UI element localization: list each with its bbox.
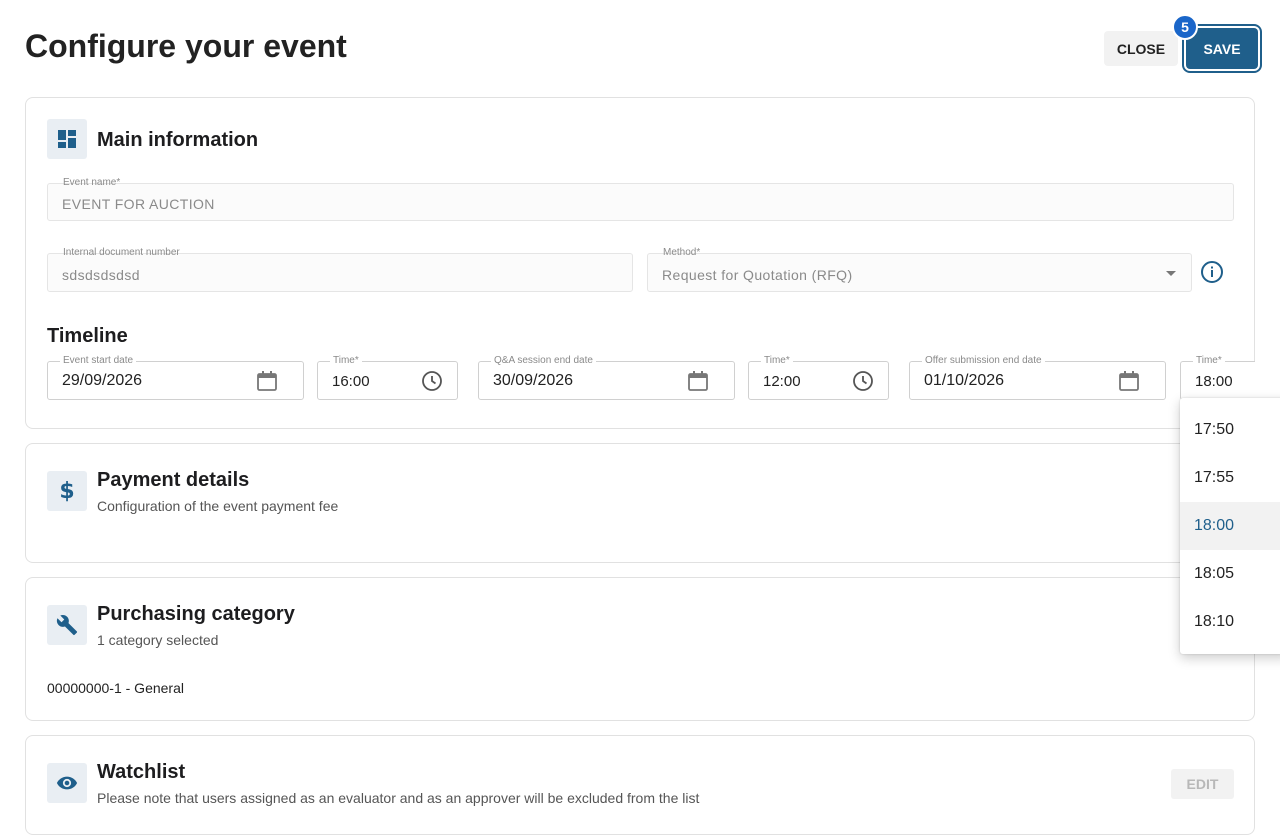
- time-dropdown: 17:50 17:55 18:00 18:05 18:10: [1180, 398, 1280, 654]
- offer-submission-end-time-value: 18:00: [1195, 373, 1233, 390]
- time-option[interactable]: 18:10: [1180, 598, 1280, 646]
- watchlist-title: Watchlist: [97, 761, 186, 783]
- event-start-time-label: Time*: [330, 355, 362, 367]
- close-button[interactable]: CLOSE: [1104, 31, 1178, 66]
- method-value: Request for Quotation (RFQ): [662, 267, 853, 283]
- payment-details-card: $ Payment details Configuration of the e…: [25, 443, 1255, 563]
- purchasing-category-subtitle: 1 category selected: [97, 632, 219, 648]
- internal-document-number-value: sdsdsdsdsd: [62, 267, 140, 283]
- method-label: Method*: [663, 247, 701, 258]
- event-start-time-field[interactable]: Time* 16:00: [317, 355, 458, 400]
- offer-submission-end-time-label: Time*: [1193, 355, 1225, 367]
- payment-details-title: Payment details: [97, 469, 250, 491]
- event-start-date-label: Event start date: [60, 355, 137, 367]
- watchlist-card: Watchlist Please note that users assigne…: [25, 735, 1255, 835]
- calendar-icon[interactable]: [1118, 370, 1140, 392]
- offer-submission-end-time-field[interactable]: Time* 18:00: [1180, 355, 1255, 400]
- watchlist-edit-button[interactable]: EDIT: [1171, 769, 1234, 799]
- main-information-title: Main information: [97, 129, 259, 151]
- watchlist-subtitle: Please note that users assigned as an ev…: [97, 790, 700, 806]
- offer-submission-end-date-value: 01/10/2026: [924, 372, 1005, 389]
- dashboard-icon: [47, 119, 87, 159]
- caret-down-icon: [1166, 271, 1176, 276]
- event-name-field[interactable]: Event name* EVENT FOR AUCTION: [47, 177, 1234, 221]
- step-badge: 5: [1172, 14, 1198, 40]
- event-start-date-value: 29/09/2026: [62, 372, 143, 389]
- qa-session-end-time-label: Time*: [761, 355, 793, 367]
- calendar-icon[interactable]: [256, 370, 278, 392]
- save-button[interactable]: SAVE: [1186, 28, 1258, 69]
- offer-submission-end-date-label: Offer submission end date: [922, 355, 1045, 367]
- internal-document-number-label: Internal document number: [63, 247, 180, 258]
- event-start-time-value: 16:00: [332, 373, 370, 390]
- qa-session-end-time-value: 12:00: [763, 373, 801, 390]
- timeline-title: Timeline: [47, 325, 128, 347]
- event-name-label: Event name*: [63, 177, 121, 188]
- qa-session-end-date-label: Q&A session end date: [491, 355, 596, 367]
- wrench-icon: [47, 605, 87, 645]
- time-option-selected[interactable]: 18:00: [1180, 502, 1280, 550]
- qa-session-end-time-field[interactable]: Time* 12:00: [748, 355, 889, 400]
- calendar-icon[interactable]: [687, 370, 709, 392]
- offer-submission-end-date-field[interactable]: Offer submission end date 01/10/2026: [909, 355, 1166, 400]
- purchasing-category-card: Purchasing category 1 category selected …: [25, 577, 1255, 721]
- qa-session-end-date-field[interactable]: Q&A session end date 30/09/2026: [478, 355, 735, 400]
- clock-icon[interactable]: [852, 370, 874, 392]
- main-information-card: Main information Event name* EVENT FOR A…: [25, 97, 1255, 429]
- event-start-date-field[interactable]: Event start date 29/09/2026: [47, 355, 304, 400]
- qa-session-end-date-value: 30/09/2026: [493, 372, 574, 389]
- purchasing-category-title: Purchasing category: [97, 603, 295, 625]
- event-name-value: EVENT FOR AUCTION: [62, 196, 215, 212]
- time-option[interactable]: 17:55: [1180, 454, 1280, 502]
- time-option[interactable]: 17:50: [1180, 406, 1280, 454]
- category-item: 00000000-1 - General: [47, 680, 184, 696]
- page-title: Configure your event: [25, 28, 347, 64]
- dollar-icon: $: [47, 471, 87, 511]
- eye-icon: [47, 763, 87, 803]
- internal-document-number-field[interactable]: Internal document number sdsdsdsdsd: [47, 247, 633, 292]
- info-icon[interactable]: [1200, 260, 1224, 284]
- method-select[interactable]: Method* Request for Quotation (RFQ): [647, 247, 1192, 292]
- clock-icon[interactable]: [421, 370, 443, 392]
- payment-details-subtitle: Configuration of the event payment fee: [97, 498, 339, 514]
- time-option[interactable]: 18:05: [1180, 550, 1280, 598]
